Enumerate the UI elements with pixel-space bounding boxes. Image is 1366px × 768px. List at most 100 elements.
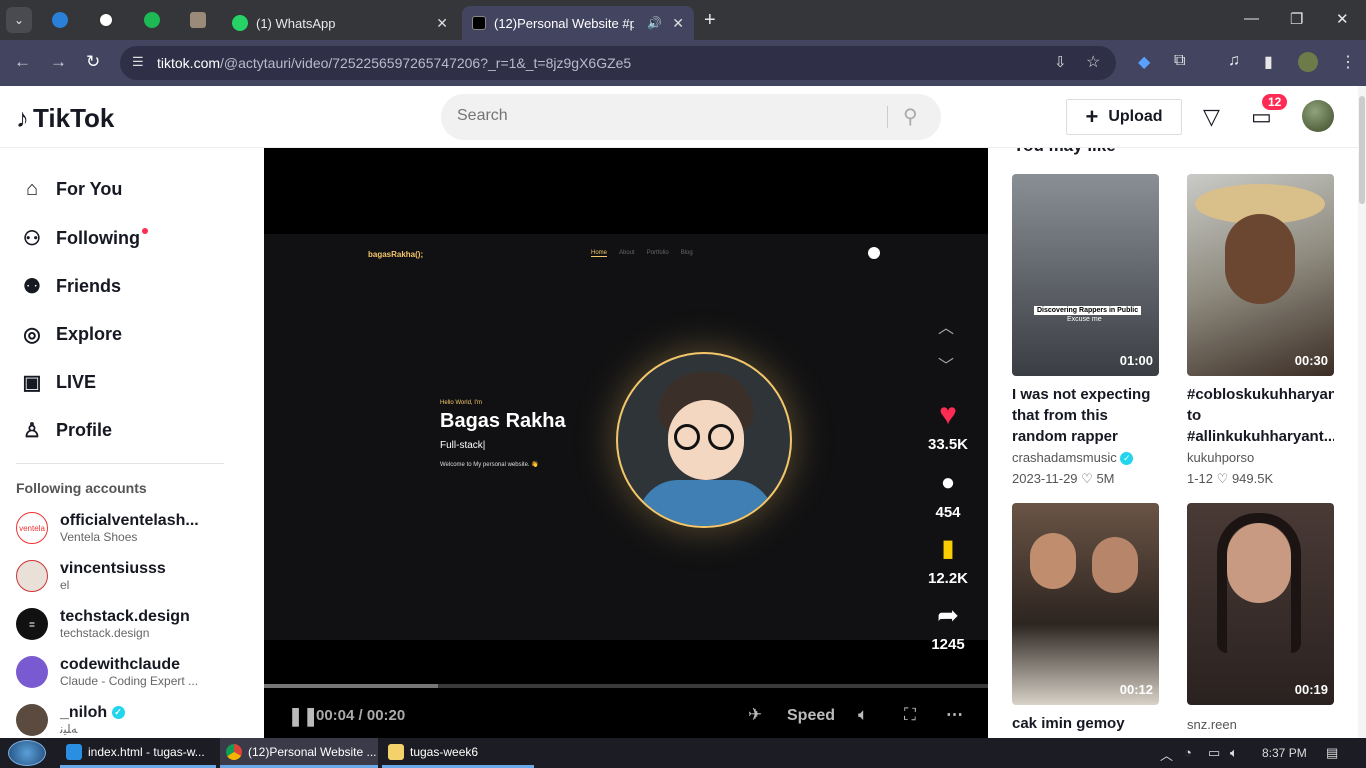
video-meta: 2023-11-29 ♡ 5M [1012,471,1115,487]
more-options-icon[interactable]: ⋯ [946,705,963,725]
profile-avatar[interactable] [1298,52,1318,72]
account-item[interactable]: vincentsiusss el [16,556,166,596]
progress-bar[interactable] [264,684,988,688]
video-card[interactable]: 00:30 #cobloskukuhharyan to #allinkukuhh… [1187,174,1334,487]
tab-whatsapp[interactable]: (1) WhatsApp ✕ [222,6,458,40]
site-info-icon[interactable]: ☰ [132,54,144,70]
video-player[interactable]: bagasRakha(); Home About Portfolio Blog … [264,148,988,738]
pinned-tab-2[interactable] [94,8,118,32]
new-content-dot [141,228,148,234]
address-bar[interactable]: ☰ tiktok.com/@actytauri/video/7252256597… [120,46,1116,80]
upload-button[interactable]: + Upload [1066,99,1182,135]
restore-button[interactable]: ❐ [1290,10,1303,28]
clock[interactable]: 8:37 PM [1262,746,1307,760]
fullscreen-icon[interactable]: ⛶ [904,705,916,725]
player-controls: ❚❚ 00:04 / 00:20 ✈ Speed 🔈︎ ⛶ ⋯ [264,696,988,736]
pause-icon[interactable]: ❚❚ [288,706,318,727]
avatar [16,704,48,736]
share-arrow-icon: ➦ [937,600,959,630]
video-author[interactable]: kukuhporso [1187,450,1334,465]
next-video-icon[interactable]: ﹀ [938,352,954,376]
speed-button[interactable]: Speed [787,707,835,725]
video-thumbnail[interactable]: 00:12 [1012,503,1159,705]
volume-icon[interactable]: 🔈︎ [858,705,868,725]
nav-live[interactable]: ▣ LIVE [18,370,96,395]
reload-button[interactable]: ↻ [86,52,100,72]
nav-explore[interactable]: ◎ Explore [18,322,122,347]
close-window-button[interactable]: ✕ [1336,10,1349,28]
volume-tray-icon[interactable]: 🔈︎ [1230,745,1238,761]
video-thumbnail[interactable]: Discovering Rappers in Public Excuse me … [1012,174,1159,376]
video-author[interactable]: crashadamsmusic ✓ [1012,450,1159,466]
browser-tab-strip: ⌄ (1) WhatsApp ✕ (12)Personal Website #p… [0,0,1366,40]
browser-menu-icon[interactable]: ⋮ [1340,52,1356,72]
taskbar-item-folder[interactable]: tugas-week6 [382,738,534,768]
video-title[interactable]: #cobloskukuhharyan to #allinkukuhharyant… [1187,384,1334,447]
minimize-button[interactable]: — [1244,10,1259,27]
video-author[interactable]: snz.reen [1187,717,1334,732]
video-thumbnail[interactable]: 00:30 [1187,174,1334,376]
messages-icon[interactable]: ▽ [1203,104,1220,130]
floating-player-icon[interactable]: ✈ [748,705,762,725]
close-tab-icon[interactable]: ✕ [672,15,684,32]
video-frame[interactable]: bagasRakha(); Home About Portfolio Blog … [264,234,988,640]
notifications-icon[interactable]: ▤ [1326,745,1338,761]
share-button[interactable]: ➦ 1245 [926,598,970,653]
previous-video-icon[interactable]: ︿ [938,314,954,338]
tab-tiktok[interactable]: (12)Personal Website #portf 🔊 ✕ [462,6,694,40]
avatar [16,560,48,592]
close-tab-icon[interactable]: ✕ [436,15,448,32]
forward-button[interactable]: → [50,52,67,72]
video-thumbnail[interactable]: 00:19 [1187,503,1334,705]
account-item[interactable]: ventela officialventelash... Ventela Shoe… [16,508,199,548]
taskbar-item-vscode[interactable]: index.html - tugas-w... [60,738,216,768]
new-tab-button[interactable]: + [704,9,716,32]
side-panel-icon[interactable]: ▮ [1264,52,1273,72]
tiktok-logo[interactable]: ♪ TikTok [16,103,114,134]
search-icon[interactable]: ⚲ [903,104,918,129]
network-icon[interactable]: ◔ [1184,745,1192,760]
install-app-icon[interactable]: ⇩ [1054,53,1067,71]
tray-chevron-icon[interactable]: ︿ [1160,745,1173,764]
start-button[interactable] [8,740,46,766]
pinned-tab-spotify[interactable] [140,8,164,32]
avatar [16,656,48,688]
extension-icon[interactable]: ◆ [1138,52,1150,72]
like-count: 33.5K [927,436,969,453]
account-item[interactable]: ≣ techstack.design techstack.design [16,604,190,644]
pinned-tab-1[interactable] [48,8,72,32]
speaker-icon[interactable]: 🔊 [647,16,662,30]
you-may-like-title: You may like [1013,148,1116,156]
avatar: ventela [16,512,48,544]
account-item[interactable]: _niloh ✓ ﻪﻠﯿﻧ [16,700,125,738]
avatar: ≣ [16,608,48,640]
back-button[interactable]: ← [14,52,31,72]
live-icon: ▣ [22,372,42,394]
nav-profile[interactable]: ♙ Profile [18,418,112,443]
video-card[interactable]: Discovering Rappers in Public Excuse me … [1012,174,1159,487]
video-card[interactable]: 00:12 cak imin gemoy [1012,503,1159,735]
video-title[interactable]: cak imin gemoy [1012,713,1159,735]
user-avatar[interactable] [1302,100,1334,132]
taskbar-item-chrome[interactable]: (12)Personal Website ... [220,738,378,768]
battery-icon[interactable]: ▭ [1208,745,1220,761]
video-title[interactable]: I was not expecting that from this rando… [1012,384,1159,447]
heart-outline-icon: ♡ [1216,471,1229,486]
extensions-puzzle-icon[interactable]: ⧉ [1174,52,1185,70]
video-name-text: Bagas Rakha [440,410,566,432]
save-button[interactable]: ▮ 12.2K [926,532,970,587]
nav-for-you[interactable]: ⌂ For You [18,178,122,201]
tab-search-button[interactable]: ⌄ [6,7,32,33]
like-button[interactable]: ♥ 33.5K [926,398,970,453]
video-card[interactable]: 00:19 snz.reen [1187,503,1334,732]
nav-friends[interactable]: ⚉ Friends [18,274,121,299]
save-count: 12.2K [927,570,969,587]
bookmark-star-icon[interactable]: ☆ [1086,52,1100,72]
media-control-icon[interactable]: ♫ [1228,52,1240,70]
comment-button[interactable]: ● 454 [926,466,970,521]
pinned-tab-4[interactable] [186,8,210,32]
page-scrollbar[interactable] [1358,86,1366,738]
account-item[interactable]: codewithclaude Claude - Coding Expert ... [16,652,198,692]
nav-following[interactable]: ⚇ Following [18,226,148,251]
search-input[interactable] [457,107,877,125]
